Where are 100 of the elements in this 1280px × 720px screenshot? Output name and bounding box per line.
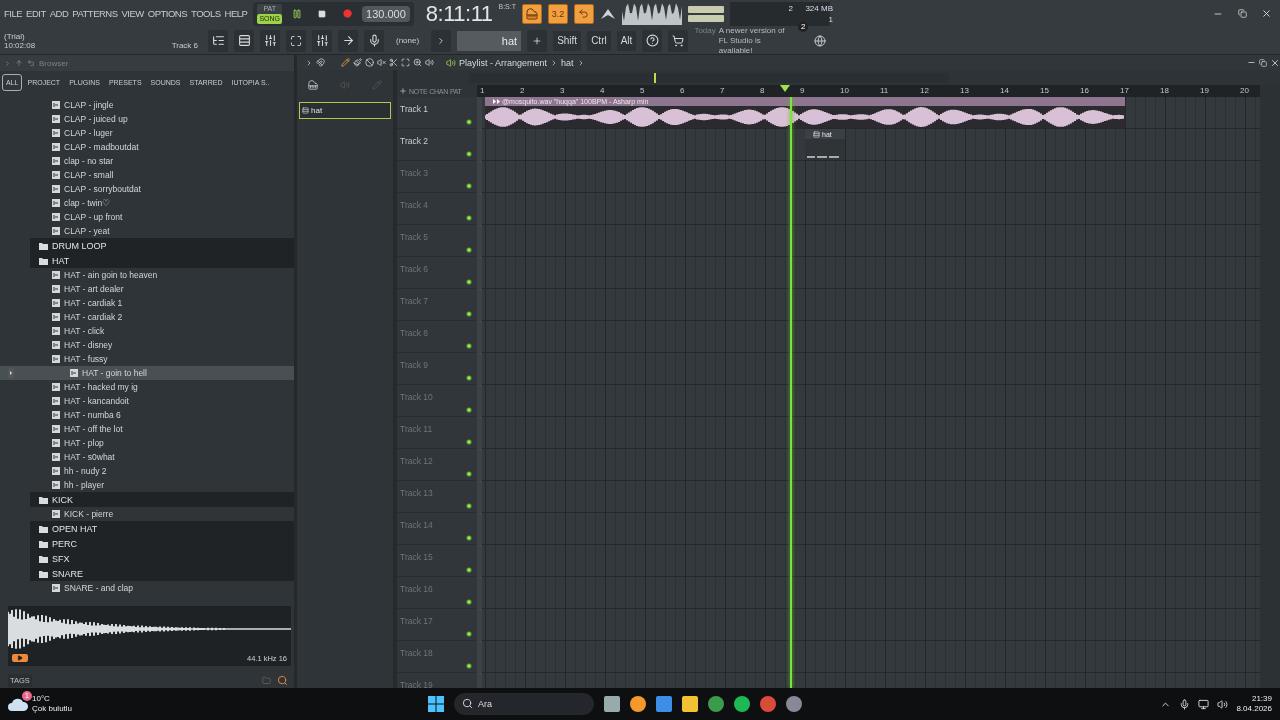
modifier-key-button[interactable]: Ctrl xyxy=(587,30,611,51)
file-row[interactable]: SNARE - and clap xyxy=(0,581,294,595)
pencil-icon[interactable] xyxy=(341,58,350,67)
track-enable-dot[interactable] xyxy=(466,503,472,509)
microphone-icon[interactable] xyxy=(1179,698,1191,710)
menu-item[interactable]: ADD xyxy=(49,8,69,19)
app-icon[interactable] xyxy=(734,696,750,712)
track-lane[interactable] xyxy=(482,193,1260,225)
track-enable-dot[interactable] xyxy=(466,631,472,637)
start-icon[interactable] xyxy=(428,696,444,712)
file-row[interactable]: clap - no star xyxy=(0,154,294,168)
speaker-icon[interactable] xyxy=(425,58,434,67)
track-lane[interactable] xyxy=(482,545,1260,577)
channel-rack-button[interactable] xyxy=(234,29,254,52)
restore-button[interactable] xyxy=(1259,58,1267,67)
file-row[interactable]: HAT - plop xyxy=(0,436,294,450)
play-button[interactable] xyxy=(12,654,28,662)
file-row[interactable]: HAT - disney xyxy=(0,338,294,352)
file-row[interactable]: CLAP - yeat xyxy=(0,224,294,238)
timeline-ruler[interactable]: 1 2 3 4 5 6 7 8 9 10 11 12 13 14 15 16 17 18 19 20 xyxy=(477,85,1260,97)
track-enable-dot[interactable] xyxy=(466,279,472,285)
file-row[interactable]: HAT - numba 6 xyxy=(0,408,294,422)
clock[interactable]: 21:39 8.04.2026 xyxy=(1236,694,1272,714)
ban-icon[interactable] xyxy=(365,58,374,67)
close-button[interactable] xyxy=(1270,57,1280,68)
folder-row[interactable]: KICK xyxy=(30,492,294,507)
zoom-icon[interactable] xyxy=(413,58,422,67)
folder-row[interactable]: SFX xyxy=(30,551,294,566)
modifier-key-button[interactable]: Alt xyxy=(616,30,637,51)
track-enable-dot[interactable] xyxy=(466,151,472,157)
track-enable-dot[interactable] xyxy=(466,311,472,317)
file-row[interactable]: hh - nudy 2 xyxy=(0,464,294,478)
help-button[interactable] xyxy=(642,29,663,52)
volume-icon[interactable] xyxy=(1217,698,1229,710)
track-enable-dot[interactable] xyxy=(466,343,472,349)
track-lane[interactable] xyxy=(482,641,1260,673)
scissors-icon[interactable] xyxy=(389,58,398,67)
track-lane[interactable] xyxy=(482,257,1260,289)
add-track-icon[interactable] xyxy=(399,87,407,95)
file-row[interactable]: HAT - art dealer xyxy=(0,282,294,296)
folder-row[interactable]: HAT xyxy=(30,253,294,268)
track-enable-dot[interactable] xyxy=(466,119,472,125)
track-enable-dot[interactable] xyxy=(466,599,472,605)
overview-scrollbar[interactable] xyxy=(469,72,949,83)
file-row[interactable]: CLAP - jingle xyxy=(0,98,294,112)
display-icon[interactable] xyxy=(1198,698,1210,710)
menu-item[interactable]: HELP xyxy=(224,8,248,19)
arrow-button[interactable] xyxy=(338,29,358,52)
track-enable-dot[interactable] xyxy=(466,535,472,541)
track-lane[interactable] xyxy=(482,161,1260,193)
app-icon[interactable] xyxy=(786,696,802,712)
file-row[interactable]: clap - twin♡ xyxy=(0,196,294,210)
typing-keyboard-button[interactable] xyxy=(522,3,542,24)
file-row[interactable]: HAT - cardiak 1 xyxy=(0,296,294,310)
track-lane[interactable] xyxy=(482,385,1260,417)
file-row[interactable]: HAT - goin to hell xyxy=(0,366,294,380)
menu-item[interactable]: OPTIONS xyxy=(147,8,188,19)
menu-item[interactable]: FILE xyxy=(4,8,23,19)
brush-icon[interactable] xyxy=(353,58,362,67)
track-lane[interactable] xyxy=(482,225,1260,257)
track-lane[interactable] xyxy=(482,609,1260,641)
track-enable-dot[interactable] xyxy=(466,215,472,221)
file-row[interactable]: CLAP - small xyxy=(0,168,294,182)
track-lane[interactable] xyxy=(482,481,1260,513)
file-row[interactable]: CLAP - up front xyxy=(0,210,294,224)
browser-icon[interactable] xyxy=(760,696,776,712)
file-row[interactable]: CLAP - luger xyxy=(0,126,294,140)
select-icon[interactable] xyxy=(401,58,410,67)
menu-item[interactable]: PATTERNS xyxy=(72,8,118,19)
file-row[interactable]: HAT - fussy xyxy=(0,352,294,366)
folder-row[interactable]: SNARE xyxy=(30,566,294,581)
app-icon[interactable] xyxy=(630,696,646,712)
file-row[interactable]: HAT - hacked my ig xyxy=(0,380,294,394)
file-row[interactable]: HAT - ain goin to heaven xyxy=(0,268,294,282)
track-enable-dot[interactable] xyxy=(466,439,472,445)
track-header[interactable]: Track 1 xyxy=(397,97,477,129)
file-row[interactable]: KICK - pierre xyxy=(0,507,294,521)
folder-row[interactable]: OPEN HAT xyxy=(30,521,294,536)
pattern-item[interactable]: hat xyxy=(299,102,391,119)
track-lane[interactable] xyxy=(482,513,1260,545)
folder-row[interactable]: DRUM LOOP xyxy=(30,238,294,253)
menu-item[interactable]: EDIT xyxy=(26,8,46,19)
loop-record-button[interactable] xyxy=(574,3,594,24)
track-enable-dot[interactable] xyxy=(466,375,472,381)
track-enable-dot[interactable] xyxy=(466,567,472,573)
folder-row[interactable]: PERC xyxy=(30,536,294,551)
file-row[interactable]: CLAP - juiced up xyxy=(0,112,294,126)
track-enable-dot[interactable] xyxy=(466,471,472,477)
playlist-button[interactable] xyxy=(286,29,306,52)
file-row[interactable]: CLAP - madboutdat xyxy=(0,140,294,154)
menu-item[interactable]: TOOLS xyxy=(191,8,221,19)
mixer-button[interactable] xyxy=(312,29,332,52)
file-row[interactable]: HAT - cardiak 2 xyxy=(0,310,294,324)
mute-icon[interactable] xyxy=(377,58,386,67)
file-row[interactable]: HAT - s0what xyxy=(0,450,294,464)
file-row[interactable]: CLAP - sorryboutdat xyxy=(0,182,294,196)
piano-roll-button[interactable] xyxy=(260,29,280,52)
track-enable-dot[interactable] xyxy=(466,183,472,189)
track-lane[interactable] xyxy=(482,289,1260,321)
tempo-display[interactable]: 130.000 xyxy=(362,5,410,22)
